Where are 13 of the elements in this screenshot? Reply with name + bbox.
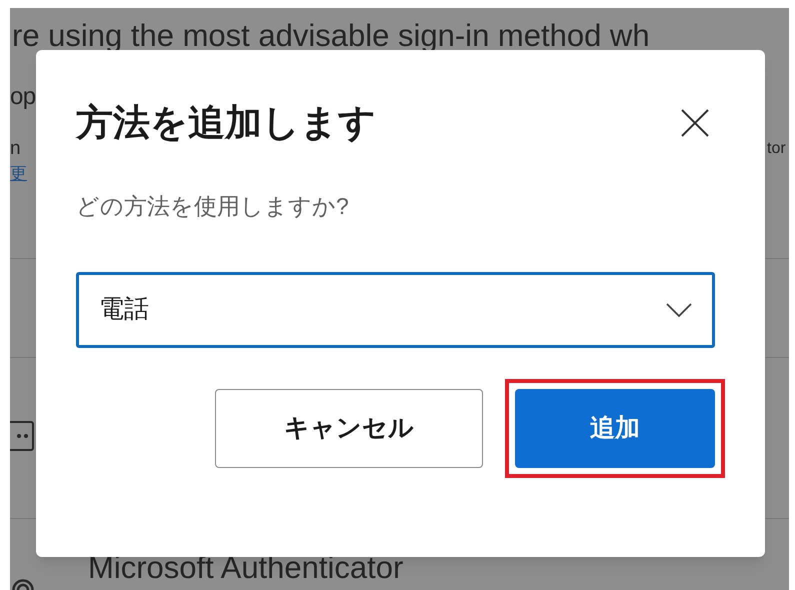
- chevron-down-icon: [666, 303, 692, 317]
- signal-icon: [12, 578, 34, 590]
- cancel-button[interactable]: キャンセル: [215, 389, 483, 468]
- more-icon: [10, 421, 34, 451]
- question-text: どの方法を使用しますか?: [76, 192, 350, 221]
- background-text: re using the most advisable sign-in method wh: [12, 17, 650, 55]
- add-button[interactable]: 追加: [515, 389, 715, 468]
- background-text: tor: [767, 139, 786, 159]
- method-dropdown[interactable]: 電話: [76, 272, 715, 348]
- background-text: op: [10, 82, 36, 112]
- background-text: n: [10, 137, 21, 161]
- background-text: Microsoft Authenticator: [88, 549, 404, 587]
- dialog-title: 方法を追加します: [76, 101, 376, 145]
